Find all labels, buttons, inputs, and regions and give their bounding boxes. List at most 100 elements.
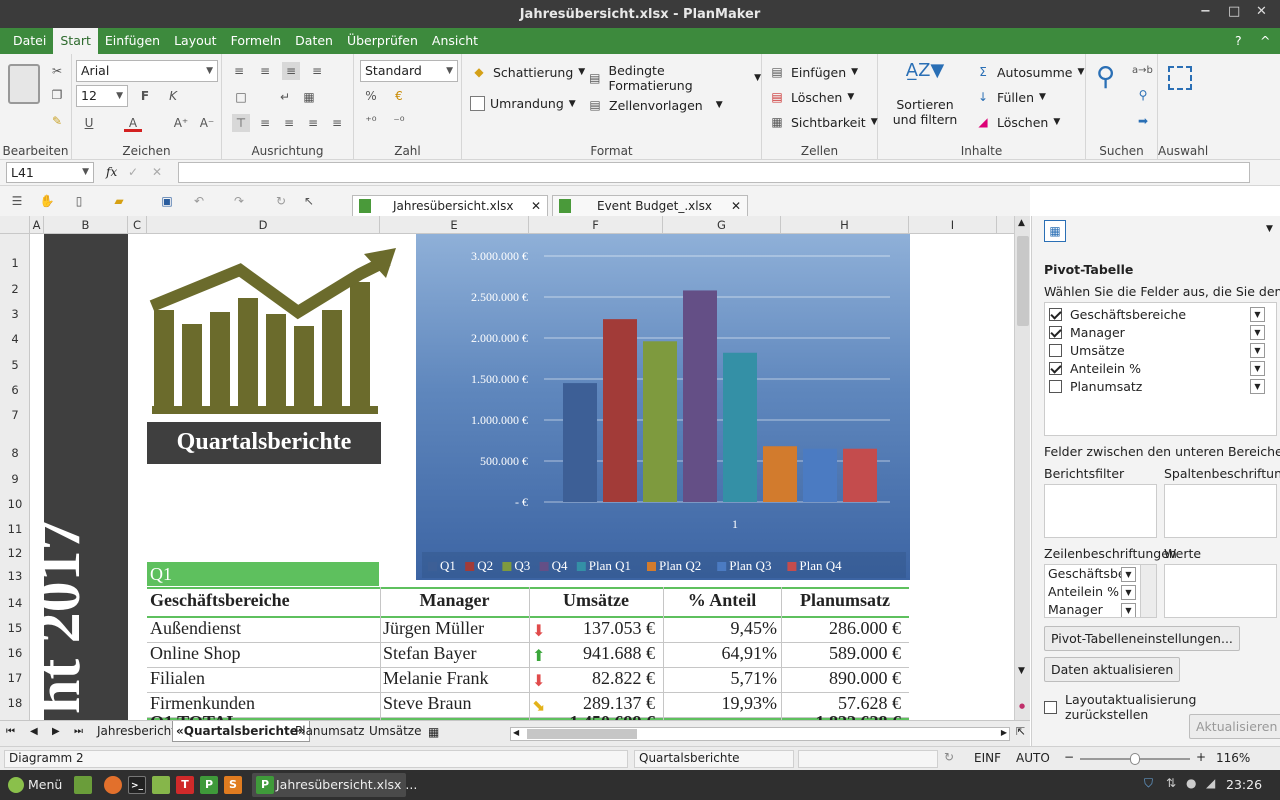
vertical-scroll-thumb[interactable] xyxy=(1017,236,1029,326)
report-filter-area[interactable] xyxy=(1044,484,1157,538)
close-tab-icon[interactable]: ✕ xyxy=(731,196,741,216)
horizontal-scroll-thumb[interactable] xyxy=(527,729,637,739)
grow-font-icon[interactable]: A⁺ xyxy=(172,114,190,132)
currency-icon[interactable]: € xyxy=(390,87,408,105)
menu-datei[interactable]: Datei xyxy=(6,28,53,54)
column-header[interactable]: E xyxy=(380,216,529,234)
column-labels-area[interactable] xyxy=(1164,484,1277,538)
prev-sheet-icon[interactable]: ◀ xyxy=(30,726,38,737)
row-labels-area[interactable]: Geschäftsbe ▼ Anteilein % ▼ Manager ▼ xyxy=(1044,564,1157,618)
row-header[interactable]: 12 xyxy=(0,546,30,560)
row-header[interactable]: 13 xyxy=(0,569,30,583)
row-label-item[interactable]: Manager xyxy=(1048,602,1122,617)
scroll-right-icon[interactable]: ▶ xyxy=(1001,728,1007,737)
maximize-button[interactable]: □ xyxy=(1228,4,1240,19)
clear-button[interactable]: ◢ Löschen ▼ xyxy=(974,113,1060,131)
shrink-font-icon[interactable]: A⁻ xyxy=(198,114,216,132)
row-label-item[interactable]: Geschäftsbe xyxy=(1048,566,1122,581)
column-header[interactable]: C xyxy=(128,216,147,234)
update-button[interactable]: Aktualisieren xyxy=(1189,714,1280,739)
pivot-field-item[interactable]: Manager ▼ xyxy=(1049,324,1271,341)
percent-button[interactable]: % xyxy=(362,87,380,105)
row-header[interactable]: 6 xyxy=(0,383,30,397)
firefox-icon[interactable] xyxy=(104,776,122,794)
pivot-table-icon[interactable]: ▦ xyxy=(1044,220,1066,242)
conditional-format-button[interactable]: ▤ Bedingte Formatierung ▼ xyxy=(586,63,761,93)
row-header[interactable]: 15 xyxy=(0,621,30,635)
checkbox[interactable] xyxy=(1044,700,1057,714)
zoom-out-icon[interactable]: − xyxy=(1064,750,1074,764)
chevron-down-icon[interactable]: ▼ xyxy=(1121,603,1136,617)
insert-cells-button[interactable]: ▤ Einfügen ▼ xyxy=(768,63,858,81)
pivot-field-item[interactable]: Umsätze ▼ xyxy=(1049,342,1271,359)
checkbox[interactable] xyxy=(1049,308,1062,321)
refresh-data-button[interactable]: Daten aktualisieren xyxy=(1044,657,1181,682)
close-tab-icon[interactable]: ✕ xyxy=(531,196,541,216)
merge-cells-icon[interactable]: □ xyxy=(232,88,250,106)
orientation-icon[interactable]: ⊤ xyxy=(232,114,250,132)
cell-reference-box[interactable]: L41 ▼ xyxy=(6,162,94,183)
menu-einfuegen[interactable]: Einfügen xyxy=(98,28,167,54)
function-icon[interactable]: fx xyxy=(106,165,117,179)
indent-icon[interactable]: ≡ xyxy=(308,62,326,80)
mint-menu-icon[interactable] xyxy=(8,777,24,793)
row-header[interactable]: 18 xyxy=(0,696,30,710)
justify-icon[interactable]: ≡ xyxy=(328,114,346,132)
save-icon[interactable]: ▣ xyxy=(158,192,176,210)
column-header[interactable]: B xyxy=(44,216,128,234)
resize-corner-icon[interactable]: ⇱ xyxy=(1016,725,1025,738)
italic-button[interactable]: K xyxy=(164,87,182,105)
cancel-icon[interactable]: ✕ xyxy=(152,165,162,179)
presentations-icon[interactable]: S xyxy=(224,776,242,794)
format-painter-icon[interactable]: ✎ xyxy=(48,112,66,130)
wifi-icon[interactable]: ◢ xyxy=(1206,776,1215,790)
doc-tab-jahresuebersicht[interactable]: Jahresübersicht.xlsx ✕ xyxy=(352,195,548,217)
align-middle-icon[interactable]: ≡ xyxy=(256,62,274,80)
next-sheet-icon[interactable]: ▶ xyxy=(52,726,60,737)
chevron-down-icon[interactable]: ▼ xyxy=(1121,567,1136,582)
menu-start[interactable]: Start xyxy=(53,28,98,54)
align-bottom-icon[interactable]: ≡ xyxy=(282,62,300,80)
menu-layout[interactable]: Layout xyxy=(167,28,224,54)
column-header[interactable]: G xyxy=(663,216,781,234)
sheet-tab-planumsatz[interactable]: Planumsatz xyxy=(295,724,364,738)
border-button[interactable]: Umrandung ▼ xyxy=(470,96,576,111)
open-folder-icon[interactable]: ▰ xyxy=(110,192,128,210)
sales-chart[interactable]: - € 500.000 € 1.000.000 € 1.500.000 € 2.000.… xyxy=(416,234,910,580)
row-header[interactable]: 9 xyxy=(0,472,30,486)
autosum-button[interactable]: Σ Autosumme ▼ xyxy=(974,63,1084,81)
zoom-level[interactable]: 116% xyxy=(1216,751,1250,765)
hand-icon[interactable]: ✋ xyxy=(38,192,56,210)
shield-icon[interactable]: ⛉ xyxy=(1144,776,1153,791)
bold-button[interactable]: F xyxy=(136,87,154,105)
vertical-scrollbar[interactable]: ▲ ▼ ● xyxy=(1014,216,1030,720)
new-document-icon[interactable]: ▯ xyxy=(70,192,88,210)
user-icon[interactable]: ● xyxy=(1186,776,1196,790)
table-icon[interactable]: ▦ xyxy=(300,88,318,106)
close-button[interactable]: ✕ xyxy=(1256,4,1267,19)
row-header[interactable]: 2 xyxy=(0,282,30,296)
row-label-item[interactable]: Anteilein % xyxy=(1048,584,1122,599)
sort-filter-button[interactable]: A̲Z▼ Sortieren und filtern xyxy=(890,60,960,127)
row-header[interactable]: 11 xyxy=(0,522,30,536)
scroll-left-icon[interactable]: ◀ xyxy=(513,728,519,737)
font-color-button[interactable]: A xyxy=(124,114,142,132)
accept-icon[interactable]: ✓ xyxy=(128,165,138,179)
terminal-icon[interactable]: >_ xyxy=(128,776,146,794)
taskbar-app-button[interactable]: P Jahresübersicht.xlsx ... xyxy=(252,773,417,797)
align-right-icon[interactable]: ≡ xyxy=(304,114,322,132)
fill-button[interactable]: ↓ Füllen ▼ xyxy=(974,88,1046,106)
page-nav-dot-icon[interactable]: ● xyxy=(1019,702,1025,710)
values-area[interactable] xyxy=(1164,564,1277,618)
column-header[interactable]: D xyxy=(147,216,380,234)
first-sheet-icon[interactable]: ⏮ xyxy=(6,726,15,737)
auto-mode[interactable]: AUTO xyxy=(1016,751,1050,765)
checkbox[interactable] xyxy=(1049,326,1062,339)
zoom-slider-handle[interactable] xyxy=(1130,753,1140,765)
number-format-select[interactable]: Standard ▼ xyxy=(360,60,458,82)
select-icon[interactable] xyxy=(1168,66,1192,90)
pointer-icon[interactable]: ↖ xyxy=(300,192,318,210)
pivot-settings-button[interactable]: Pivot-Tabelleneinstellungen... xyxy=(1044,626,1240,651)
paste-icon[interactable] xyxy=(8,64,40,104)
checkbox[interactable] xyxy=(1049,380,1062,393)
